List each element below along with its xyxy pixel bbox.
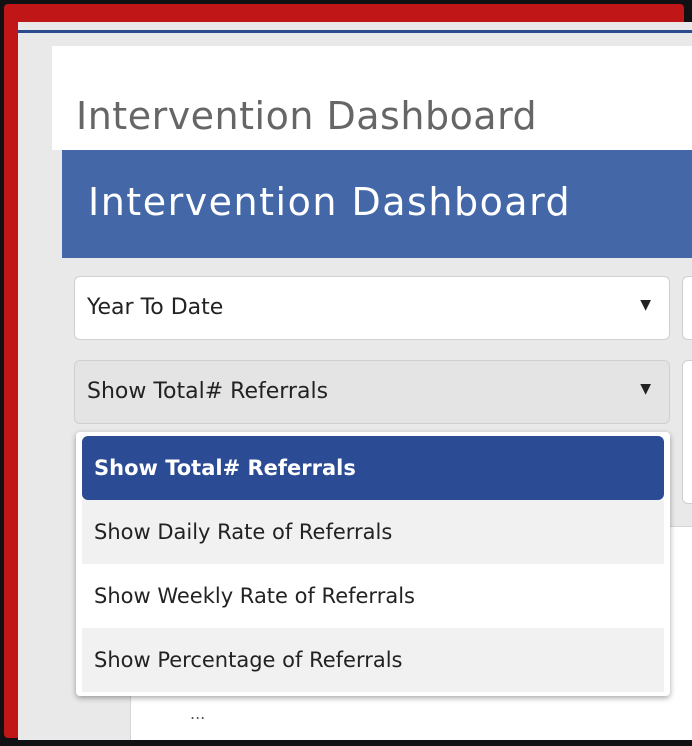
app-viewport: Intervention Dashboard Intervention Dash… bbox=[18, 22, 692, 740]
page-header: Intervention Dashboard bbox=[52, 46, 692, 150]
adjacent-select-edge[interactable] bbox=[682, 276, 692, 340]
filter-area: ... Year To Date ▼ Show Total# Referrals… bbox=[62, 258, 692, 740]
chevron-down-icon: ▼ bbox=[640, 381, 651, 397]
obscured-text: ... bbox=[190, 704, 206, 723]
dropdown-option-percentage[interactable]: Show Percentage of Referrals bbox=[82, 628, 664, 692]
metric-dropdown-menu: Show Total# Referrals Show Daily Rate of… bbox=[76, 432, 670, 696]
chevron-down-icon: ▼ bbox=[640, 297, 651, 313]
period-select[interactable]: Year To Date ▼ bbox=[74, 276, 670, 340]
metric-select-value: Show Total# Referrals bbox=[87, 379, 329, 404]
dropdown-option-weekly-rate[interactable]: Show Weekly Rate of Referrals bbox=[82, 564, 664, 628]
metric-select[interactable]: Show Total# Referrals ▼ bbox=[74, 360, 670, 424]
period-select-value: Year To Date bbox=[87, 295, 224, 320]
page-title: Intervention Dashboard bbox=[76, 94, 538, 138]
dashboard-banner: Intervention Dashboard bbox=[62, 150, 692, 258]
adjacent-panel-edge bbox=[682, 360, 692, 504]
dropdown-option-daily-rate[interactable]: Show Daily Rate of Referrals bbox=[82, 500, 664, 564]
dropdown-option-total-referrals[interactable]: Show Total# Referrals bbox=[82, 436, 664, 500]
banner-title: Intervention Dashboard bbox=[88, 180, 572, 224]
top-divider bbox=[18, 30, 692, 33]
